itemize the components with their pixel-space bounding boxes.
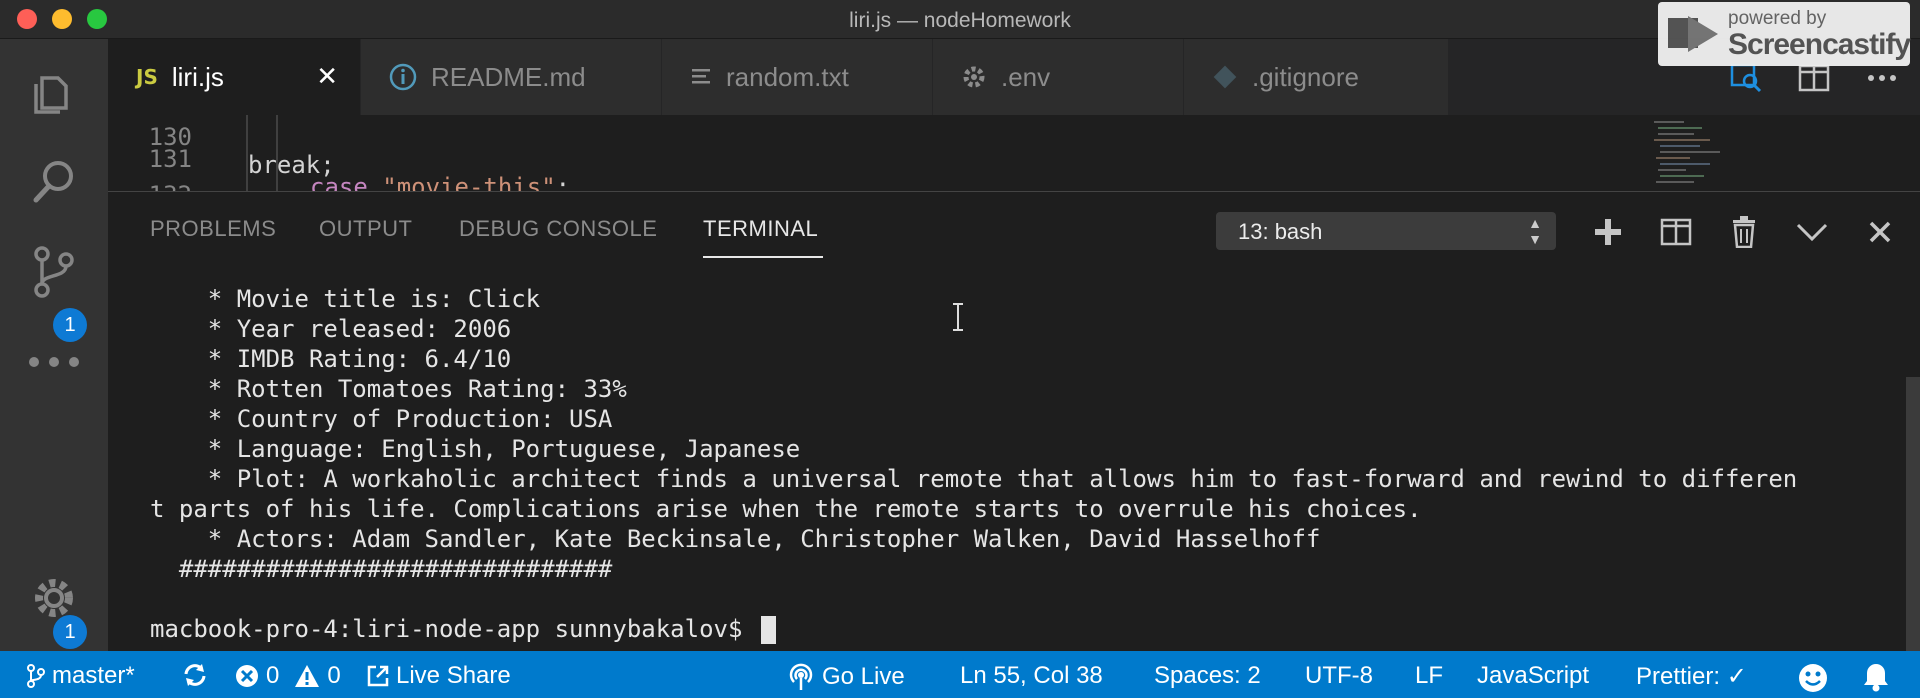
new-terminal-icon[interactable]: [1586, 210, 1630, 254]
activity-bar: 1 1: [0, 39, 108, 651]
select-arrows-icon: ▲ ▼: [1528, 215, 1542, 247]
git-icon: [1212, 64, 1238, 90]
kill-terminal-trash-icon[interactable]: [1722, 210, 1766, 254]
tab-random-txt[interactable]: random.txt: [662, 39, 933, 115]
terminal-scrollbar[interactable]: [1906, 377, 1920, 653]
terminal-line: * Plot: A workaholic architect finds a u…: [150, 465, 1798, 493]
status-bar: master* 0 0 Live Share Go Live Ln 55, Co…: [0, 651, 1920, 698]
title-bar: liri.js — nodeHomework: [0, 0, 1920, 39]
bottom-panel: PROBLEMS OUTPUT DEBUG CONSOLE TERMINAL 1…: [108, 191, 1920, 653]
branch-name: master*: [52, 662, 135, 689]
sync-icon[interactable]: [182, 662, 214, 688]
js-file-icon: JS: [136, 65, 158, 89]
tab-label: .env: [1001, 61, 1051, 92]
terminal-line: ##############################: [150, 555, 613, 583]
problems-indicator[interactable]: 0 0: [234, 662, 341, 690]
close-tab-icon[interactable]: ✕: [316, 61, 338, 92]
maximize-panel-chevron-icon[interactable]: [1790, 210, 1834, 254]
screencastify-watermark: powered by Screencastify: [1658, 2, 1911, 66]
encoding-setting[interactable]: UTF-8: [1305, 662, 1373, 690]
search-icon[interactable]: [0, 137, 108, 227]
eol-setting[interactable]: LF: [1415, 662, 1443, 690]
settings-badge: 1: [53, 615, 87, 649]
terminal-line: * Actors: Adam Sandler, Kate Beckinsale,…: [150, 525, 1321, 553]
broadcast-icon: [789, 663, 813, 690]
code-line: 131 case "movie-this":: [108, 117, 1808, 191]
brand-name: Screencastify: [1728, 28, 1911, 61]
info-icon: [389, 63, 417, 91]
terminal-line: * Rotten Tomatoes Rating: 33%: [150, 375, 627, 403]
indentation-setting[interactable]: Spaces: 2: [1154, 662, 1261, 690]
git-branch-icon: [27, 664, 45, 688]
terminal-line: * Movie title is: Click: [150, 285, 541, 313]
minimap[interactable]: [1650, 115, 1770, 191]
active-tab-indicator: [703, 256, 823, 258]
live-share-button[interactable]: Live Share: [366, 662, 511, 690]
terminal-prompt-line: macbook-pro-4:liri-node-app sunnybakalov…: [150, 614, 776, 644]
notifications-bell-icon[interactable]: [1862, 662, 1896, 692]
warning-icon: [295, 665, 320, 687]
lines-icon: [690, 67, 712, 87]
more-icon[interactable]: [0, 317, 108, 407]
tab-gitignore[interactable]: .gitignore: [1184, 39, 1449, 115]
tab-debug-console[interactable]: DEBUG CONSOLE: [459, 216, 657, 242]
terminal-line: * Language: English, Portuguese, Japanes…: [150, 435, 801, 463]
live-share-label: Live Share: [396, 662, 511, 689]
screencastify-logo-icon: [1668, 16, 1718, 52]
tab-readme[interactable]: README.md: [361, 39, 662, 115]
terminal-output[interactable]: * Movie title is: Click * Year released:…: [150, 284, 1890, 644]
tab-output[interactable]: OUTPUT: [319, 216, 412, 242]
language-mode[interactable]: JavaScript: [1477, 662, 1589, 690]
code-editor[interactable]: 130 break; 131 case "movie-this": 132 ge…: [108, 115, 1920, 191]
window-title: liri.js — nodeHomework: [849, 9, 1071, 32]
powered-by-text: powered by: [1728, 8, 1827, 29]
explorer-icon[interactable]: [0, 47, 108, 137]
terminal-line: * Country of Production: USA: [150, 405, 613, 433]
close-panel-icon[interactable]: [1858, 210, 1902, 254]
terminal-line: t parts of his life. Complications arise…: [150, 495, 1422, 523]
editor-tab-bar: JS liri.js ✕ README.md random.txt .env .…: [108, 39, 1920, 115]
text-cursor-icon: [953, 303, 963, 331]
line-number: 132: [108, 181, 192, 191]
source-control-icon[interactable]: [0, 227, 108, 317]
terminal-line: * IMDB Rating: 6.4/10: [150, 345, 512, 373]
terminal-cursor: [760, 616, 776, 644]
feedback-smiley-icon[interactable]: [1797, 662, 1835, 694]
tab-label: liri.js: [171, 61, 224, 92]
tab-label: README.md: [431, 61, 586, 92]
terminal-select-value: 13: bash: [1238, 219, 1323, 244]
prettier-status[interactable]: Prettier: ✓: [1636, 662, 1747, 691]
terminal-line: * Year released: 2006: [150, 315, 512, 343]
split-terminal-icon[interactable]: [1654, 210, 1698, 254]
code-line: 132 getMovieData(userInput);: [108, 153, 1808, 191]
go-live-button[interactable]: Go Live: [786, 662, 905, 692]
tab-label: random.txt: [726, 61, 849, 92]
error-icon: [236, 665, 258, 687]
tab-terminal[interactable]: TERMINAL: [703, 216, 818, 242]
gear-icon: [961, 64, 987, 90]
indent-guide: [246, 115, 248, 191]
terminal-select[interactable]: 13: bash ▲ ▼: [1216, 212, 1556, 250]
cursor-position[interactable]: Ln 55, Col 38: [960, 662, 1103, 690]
error-count: 0: [266, 662, 280, 689]
branch-indicator[interactable]: master*: [26, 662, 135, 690]
tab-label: .gitignore: [1252, 61, 1359, 92]
indent-guide: [276, 115, 278, 191]
warning-count: 0: [327, 662, 341, 689]
tab-liri-js[interactable]: JS liri.js ✕: [108, 39, 361, 115]
terminal-prompt: macbook-pro-4:liri-node-app sunnybakalov…: [150, 615, 757, 643]
live-share-icon: [367, 665, 389, 687]
go-live-label: Go Live: [822, 663, 905, 690]
tab-env[interactable]: .env: [933, 39, 1184, 115]
tab-problems[interactable]: PROBLEMS: [150, 216, 276, 242]
